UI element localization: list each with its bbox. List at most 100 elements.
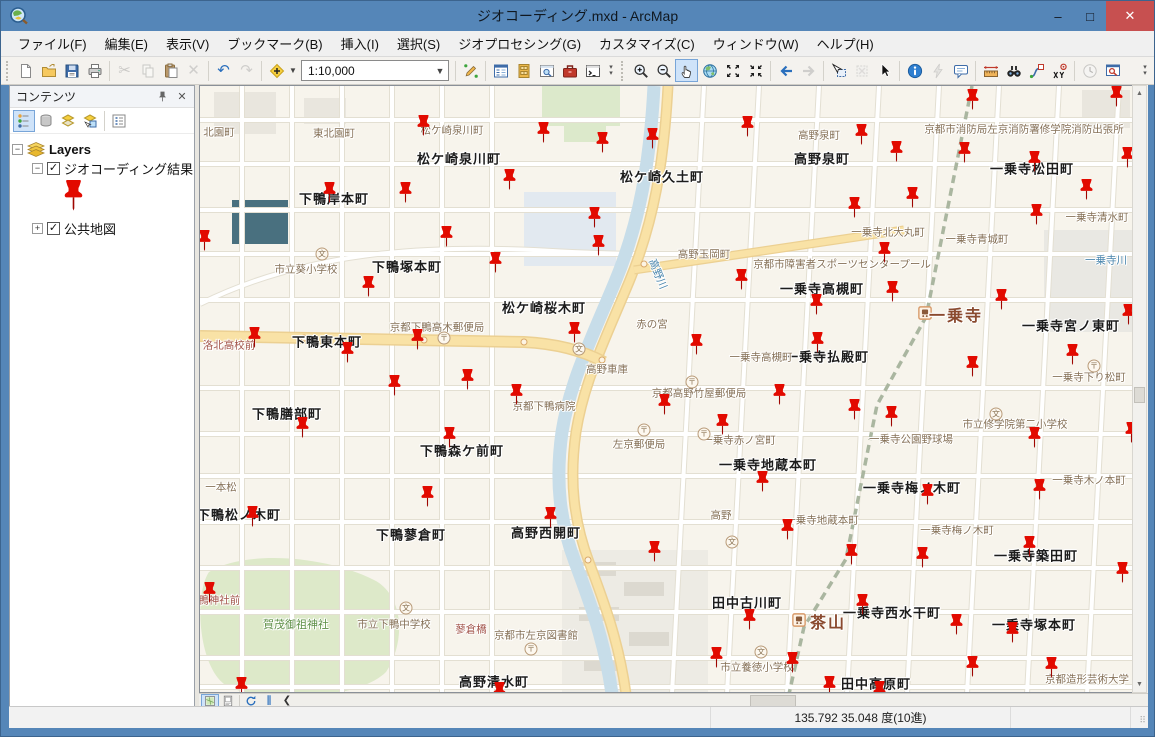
cut-button[interactable]: ✂ <box>113 59 136 82</box>
menu-item-9[interactable]: ヘルプ(H) <box>808 31 883 56</box>
menu-item-5[interactable]: 選択(S) <box>388 31 449 56</box>
map-scale-combo[interactable]: 1:10,000▼ <box>301 60 449 81</box>
chevron-down-icon[interactable]: ▼ <box>432 66 448 76</box>
vertical-scrollbar[interactable]: ▲ ▼ <box>1132 85 1147 693</box>
back-button[interactable] <box>774 59 797 82</box>
table-of-contents-button[interactable] <box>489 59 512 82</box>
geocoded-pushpin <box>811 332 824 354</box>
scroll-down-icon[interactable]: ▼ <box>1133 677 1146 692</box>
menu-item-8[interactable]: ウィンドウ(W) <box>704 31 808 56</box>
hyperlink-button[interactable] <box>926 59 949 82</box>
fixed-zoom-out-button[interactable] <box>744 59 767 82</box>
geocoded-pushpin <box>848 399 861 421</box>
editor-button[interactable] <box>459 59 482 82</box>
collapse-icon[interactable]: − <box>12 144 23 155</box>
pan-icon <box>679 63 695 79</box>
maximize-button[interactable]: □ <box>1074 1 1106 31</box>
geocoded-pushpin <box>493 682 506 693</box>
close-button[interactable]: ✕ <box>1106 1 1154 31</box>
vertical-scrollbar-thumb[interactable] <box>1134 387 1145 403</box>
chevron-down-icon[interactable]: ▼ <box>288 59 298 82</box>
catalog-icon <box>516 63 532 79</box>
train-station-icon <box>792 613 806 627</box>
toolbar-overflow-button[interactable]: ▾▾ <box>604 59 618 82</box>
geocoded-pushpin <box>1006 622 1019 644</box>
html-popup-button[interactable] <box>949 59 972 82</box>
forward-icon <box>801 63 817 79</box>
layer-label[interactable]: 公共地図 <box>64 219 116 238</box>
forward-button[interactable] <box>797 59 820 82</box>
geocoded-pushpin <box>823 676 836 693</box>
identify-button[interactable] <box>903 59 926 82</box>
resize-grip[interactable]: ⠿ <box>1130 707 1148 728</box>
search-icon <box>539 63 555 79</box>
fixed-zoom-in-button[interactable] <box>721 59 744 82</box>
zoom-in-button[interactable] <box>629 59 652 82</box>
add-data-button[interactable] <box>265 59 288 82</box>
delete-button[interactable]: ✕ <box>182 59 205 82</box>
find-route-button[interactable] <box>1025 59 1048 82</box>
geocoded-pushpin <box>658 394 671 416</box>
minimize-button[interactable]: – <box>1042 1 1074 31</box>
time-slider-button[interactable] <box>1078 59 1101 82</box>
fixed-zoom-out-icon <box>748 63 764 79</box>
menu-item-2[interactable]: 表示(V) <box>157 31 218 56</box>
python-window-button[interactable] <box>581 59 604 82</box>
paste-button[interactable] <box>159 59 182 82</box>
redo-button[interactable]: ↷ <box>235 59 258 82</box>
list-by-source-button[interactable] <box>35 110 57 132</box>
menu-item-7[interactable]: カスタマイズ(C) <box>590 31 704 56</box>
menu-item-1[interactable]: 編集(E) <box>96 31 157 56</box>
geocoded-pushpin <box>848 197 861 219</box>
geocoded-pushpin <box>537 122 550 144</box>
open-button[interactable] <box>37 59 60 82</box>
copy-icon <box>140 63 156 79</box>
select-elements-button[interactable] <box>873 59 896 82</box>
list-by-selection-button[interactable] <box>79 110 101 132</box>
viewer-window-button[interactable] <box>1101 59 1124 82</box>
save-button[interactable] <box>60 59 83 82</box>
layer-visibility-checkbox[interactable]: ✓ <box>47 222 60 235</box>
new-document-button[interactable] <box>14 59 37 82</box>
tree-node-geocoding-result[interactable]: − ✓ ジオコーディング結果 <box>12 159 192 178</box>
auto-hide-pin-icon[interactable] <box>154 89 170 105</box>
map-viewport[interactable]: 松ケ崎泉川町松ケ崎久土町高野泉町一乗寺松田町下鴨岸本町下鴨塚本町松ケ崎桜木町一乗… <box>199 85 1132 693</box>
tree-node-layers[interactable]: − Layers <box>12 140 192 159</box>
tree-node-public-map[interactable]: + ✓ 公共地図 <box>12 219 192 238</box>
clear-selection-button[interactable] <box>850 59 873 82</box>
undo-button[interactable]: ↶ <box>212 59 235 82</box>
arctoolbox-button[interactable] <box>558 59 581 82</box>
geocoded-pushpin <box>958 142 971 164</box>
catalog-button[interactable] <box>512 59 535 82</box>
close-panel-icon[interactable]: ✕ <box>174 89 190 105</box>
pan-button[interactable] <box>675 59 698 82</box>
menu-item-4[interactable]: 挿入(I) <box>332 31 388 56</box>
menu-item-0[interactable]: ファイル(F) <box>9 31 96 56</box>
zoom-out-button[interactable] <box>652 59 675 82</box>
geocoded-pushpin <box>773 384 786 406</box>
print-button[interactable] <box>83 59 106 82</box>
find-button[interactable] <box>1002 59 1025 82</box>
menu-item-3[interactable]: ブックマーク(B) <box>218 31 331 56</box>
toolbar-grip[interactable] <box>621 61 626 81</box>
list-by-visibility-button[interactable] <box>57 110 79 132</box>
collapse-icon[interactable]: − <box>32 163 43 174</box>
expand-icon[interactable]: + <box>32 223 43 234</box>
scroll-up-icon[interactable]: ▲ <box>1133 86 1146 101</box>
toolbar-separator <box>770 61 771 81</box>
copy-button[interactable] <box>136 59 159 82</box>
search-button[interactable] <box>535 59 558 82</box>
options-button[interactable] <box>108 110 130 132</box>
list-by-drawing-order-button[interactable] <box>13 110 35 132</box>
layer-visibility-checkbox[interactable]: ✓ <box>47 162 60 175</box>
measure-button[interactable] <box>979 59 1002 82</box>
go-to-xy-button[interactable] <box>1048 59 1071 82</box>
select-features-button[interactable] <box>827 59 850 82</box>
layers-root-label[interactable]: Layers <box>49 142 91 157</box>
toolbar-separator <box>1074 61 1075 81</box>
toolbar-overflow-button[interactable]: ▾▾ <box>1138 59 1152 82</box>
menu-item-6[interactable]: ジオプロセシング(G) <box>449 31 590 56</box>
layer-label[interactable]: ジオコーディング結果 <box>64 159 193 178</box>
toolbar-grip[interactable] <box>6 61 11 81</box>
full-extent-button[interactable] <box>698 59 721 82</box>
